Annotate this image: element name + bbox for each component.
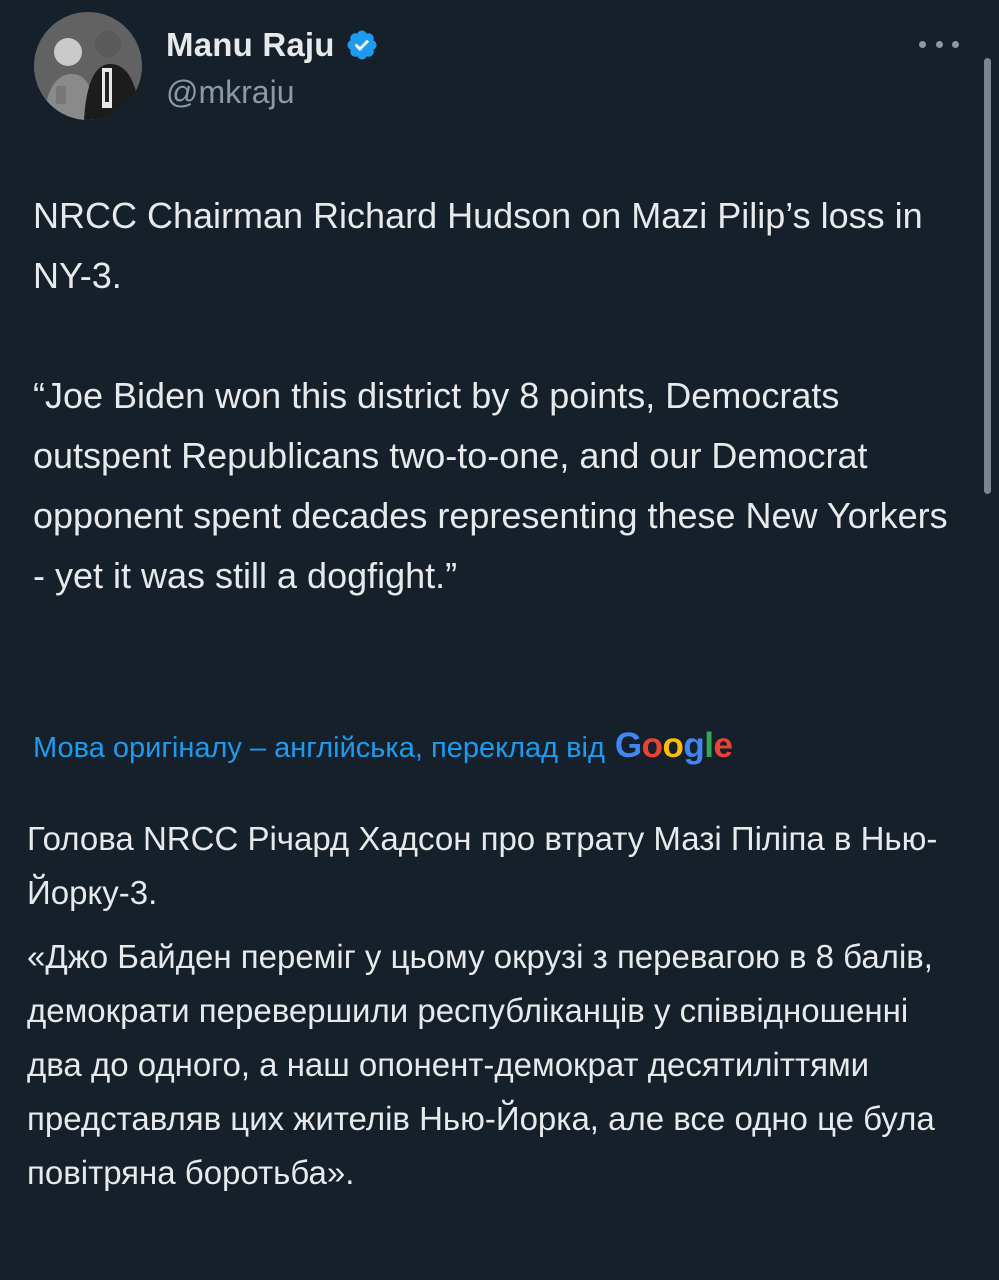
more-dot [952,40,959,48]
translated-paragraph: Голова NRCC Річард Хадсон про втрату Маз… [27,820,938,911]
more-dot [919,40,926,48]
author-handle[interactable]: @mkraju [166,74,295,111]
google-logo-letter: g [683,726,705,765]
translation-attribution[interactable]: Мова оригіналу – англійська, переклад ві… [33,726,733,766]
tweet-header: Manu Raju @mkraju [34,12,969,122]
author-name-row[interactable]: Manu Raju [166,26,379,64]
scrollbar[interactable] [984,58,991,494]
more-dot [935,40,943,48]
google-logo-letter: o [662,726,684,765]
google-logo-letter: e [713,726,733,765]
translated-text: Голова NRCC Річард Хадсон про втрату Маз… [27,812,972,1200]
translation-label[interactable]: Мова оригіналу – англійська, переклад ві… [33,732,605,765]
google-logo-letter: G [614,726,642,765]
google-logo: Google [615,726,733,766]
more-options-icon[interactable] [919,34,959,54]
verified-badge-icon [347,30,377,60]
google-logo-letter: l [704,726,714,765]
translated-paragraph: «Джо Байден переміг у цьому окрузі з пер… [27,938,935,1191]
avatar-photo-icon [34,12,142,120]
author-display-name[interactable]: Manu Raju [166,26,335,64]
google-logo-letter: o [641,726,663,765]
avatar[interactable] [34,12,142,120]
tweet-text: NRCC Chairman Richard Hudson on Mazi Pil… [33,195,948,596]
